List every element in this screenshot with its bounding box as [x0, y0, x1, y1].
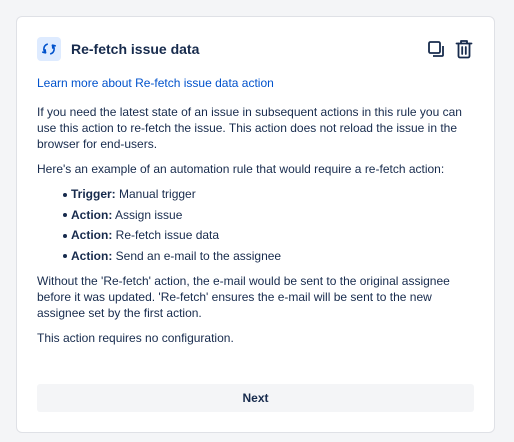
- example-intro-text: Here's an example of an automation rule …: [37, 162, 445, 176]
- intro-text: If you need the latest state of an issue…: [37, 105, 462, 151]
- panel-title: Re-fetch issue data: [71, 41, 200, 57]
- panel-header: Re-fetch issue data: [37, 37, 474, 61]
- header-tools: [426, 38, 474, 60]
- step-label: Trigger:: [71, 187, 116, 201]
- step-text: Send an e-mail to the assignee: [112, 248, 282, 263]
- step-text: Re-fetch issue data: [112, 228, 220, 242]
- step-label: Action:: [71, 228, 113, 242]
- step-text: Assign issue: [112, 207, 183, 222]
- next-button[interactable]: Next: [37, 384, 474, 412]
- no-config-text: This action requires no configuration.: [37, 330, 234, 345]
- duplicate-icon[interactable]: [426, 38, 446, 60]
- list-item: Action: Send an e-mail to the assignee: [37, 248, 474, 264]
- step-label: Action:: [71, 207, 113, 222]
- list-item: Action: Re-fetch issue data: [37, 227, 474, 243]
- list-item: Trigger: Manual trigger: [37, 186, 474, 202]
- learn-more-link[interactable]: Learn more about Re-fetch issue data act…: [37, 75, 474, 91]
- explanation-text: Without the 'Re-fetch' action, the e-mai…: [37, 273, 450, 320]
- action-config-panel: Re-fetch issue data Learn more about Re-…: [16, 16, 495, 433]
- refresh-icon: [37, 37, 61, 61]
- panel-body: Learn more about Re-fetch issue data act…: [37, 75, 474, 355]
- step-text: Manual trigger: [115, 187, 196, 201]
- example-steps-list: Trigger: Manual trigger Action: Assign i…: [37, 186, 474, 264]
- step-label: Action:: [71, 248, 113, 263]
- list-item: Action: Assign issue: [37, 207, 474, 223]
- trash-icon[interactable]: [454, 38, 474, 60]
